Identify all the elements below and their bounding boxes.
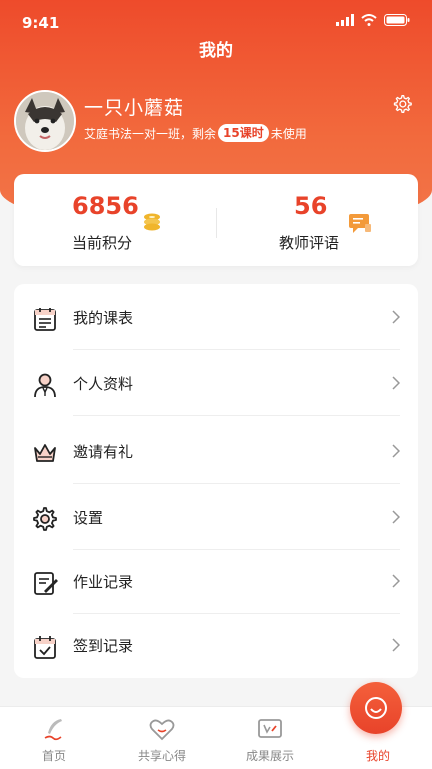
menu-label: 作业记录 [73,573,134,591]
menu-item-homework[interactable]: 作业记录 [14,550,418,614]
user-name: 一只小蘑菇 [84,97,185,119]
tab-label: 我的 [365,749,390,763]
menu-item-settings[interactable]: 设置 [14,486,418,550]
comments-label: 教师评语 [279,234,340,252]
menu-label: 签到记录 [73,637,134,655]
display-icon [258,719,282,738]
remaining-hours-badge: 15课时 [218,124,269,142]
menu-item-profile[interactable]: 个人资料 [14,352,418,416]
chevron-right-icon [392,638,400,652]
avatar[interactable] [14,90,76,152]
settings-gear-icon[interactable] [392,94,412,114]
profile-icon [34,373,56,398]
tab-home[interactable]: 首页 [0,707,108,769]
comment-icon [349,214,371,233]
menu-label: 我的课表 [73,309,134,327]
chevron-right-icon [392,444,400,458]
menu-label: 邀请有礼 [73,443,134,461]
tab-mine-active-button[interactable] [350,682,402,734]
menu-divider [73,483,400,484]
schedule-icon [34,308,56,331]
tab-showcase[interactable]: 成果展示 [216,707,324,769]
menu-item-checkin[interactable]: 签到记录 [14,614,418,678]
status-icons [336,14,410,26]
course-suffix: 未使用 [270,126,307,141]
chevron-right-icon [392,310,400,324]
battery-icon [384,14,410,26]
homework-icon [34,572,58,595]
comments-value: 56 [294,192,328,220]
menu-label: 个人资料 [73,375,134,393]
points-label: 当前积分 [72,234,133,252]
coins-icon [144,213,160,231]
heart-icon [149,719,175,741]
chevron-right-icon [392,574,400,588]
wifi-icon [361,14,377,26]
stats-card: 6856 当前积分 56 教师评语 [14,174,418,266]
signal-icon [336,14,354,26]
smile-icon [365,697,387,719]
comments-stat[interactable]: 56 教师评语 [216,174,418,266]
calendar-check-icon [34,636,56,659]
tab-label: 首页 [41,749,66,763]
tab-label: 成果展示 [245,749,294,763]
tab-label: 共享心得 [137,749,186,763]
menu-label: 设置 [73,509,104,527]
crown-icon [34,444,56,462]
menu-divider [73,415,400,416]
chevron-right-icon [392,376,400,390]
course-prefix: 艾庭书法一对一班，剩余 [84,126,217,141]
status-time: 9:41 [22,14,60,32]
avatar-dog-icon [16,92,74,150]
menu-card: 我的课表 个人资料 邀请有礼 设置 作业记录 签到记录 [14,284,418,678]
points-value: 6856 [72,192,139,220]
menu-divider [73,349,400,350]
menu-item-schedule[interactable]: 我的课表 [14,286,418,350]
menu-item-invite[interactable]: 邀请有礼 [14,420,418,484]
chevron-right-icon [392,510,400,524]
tab-share[interactable]: 共享心得 [108,707,216,769]
page-title: 我的 [199,41,233,61]
points-stat[interactable]: 6856 当前积分 [14,174,216,266]
gear-icon [33,507,57,531]
course-info: 艾庭书法一对一班，剩余 15课时 未使用 [84,124,307,142]
brush-icon [44,719,62,741]
